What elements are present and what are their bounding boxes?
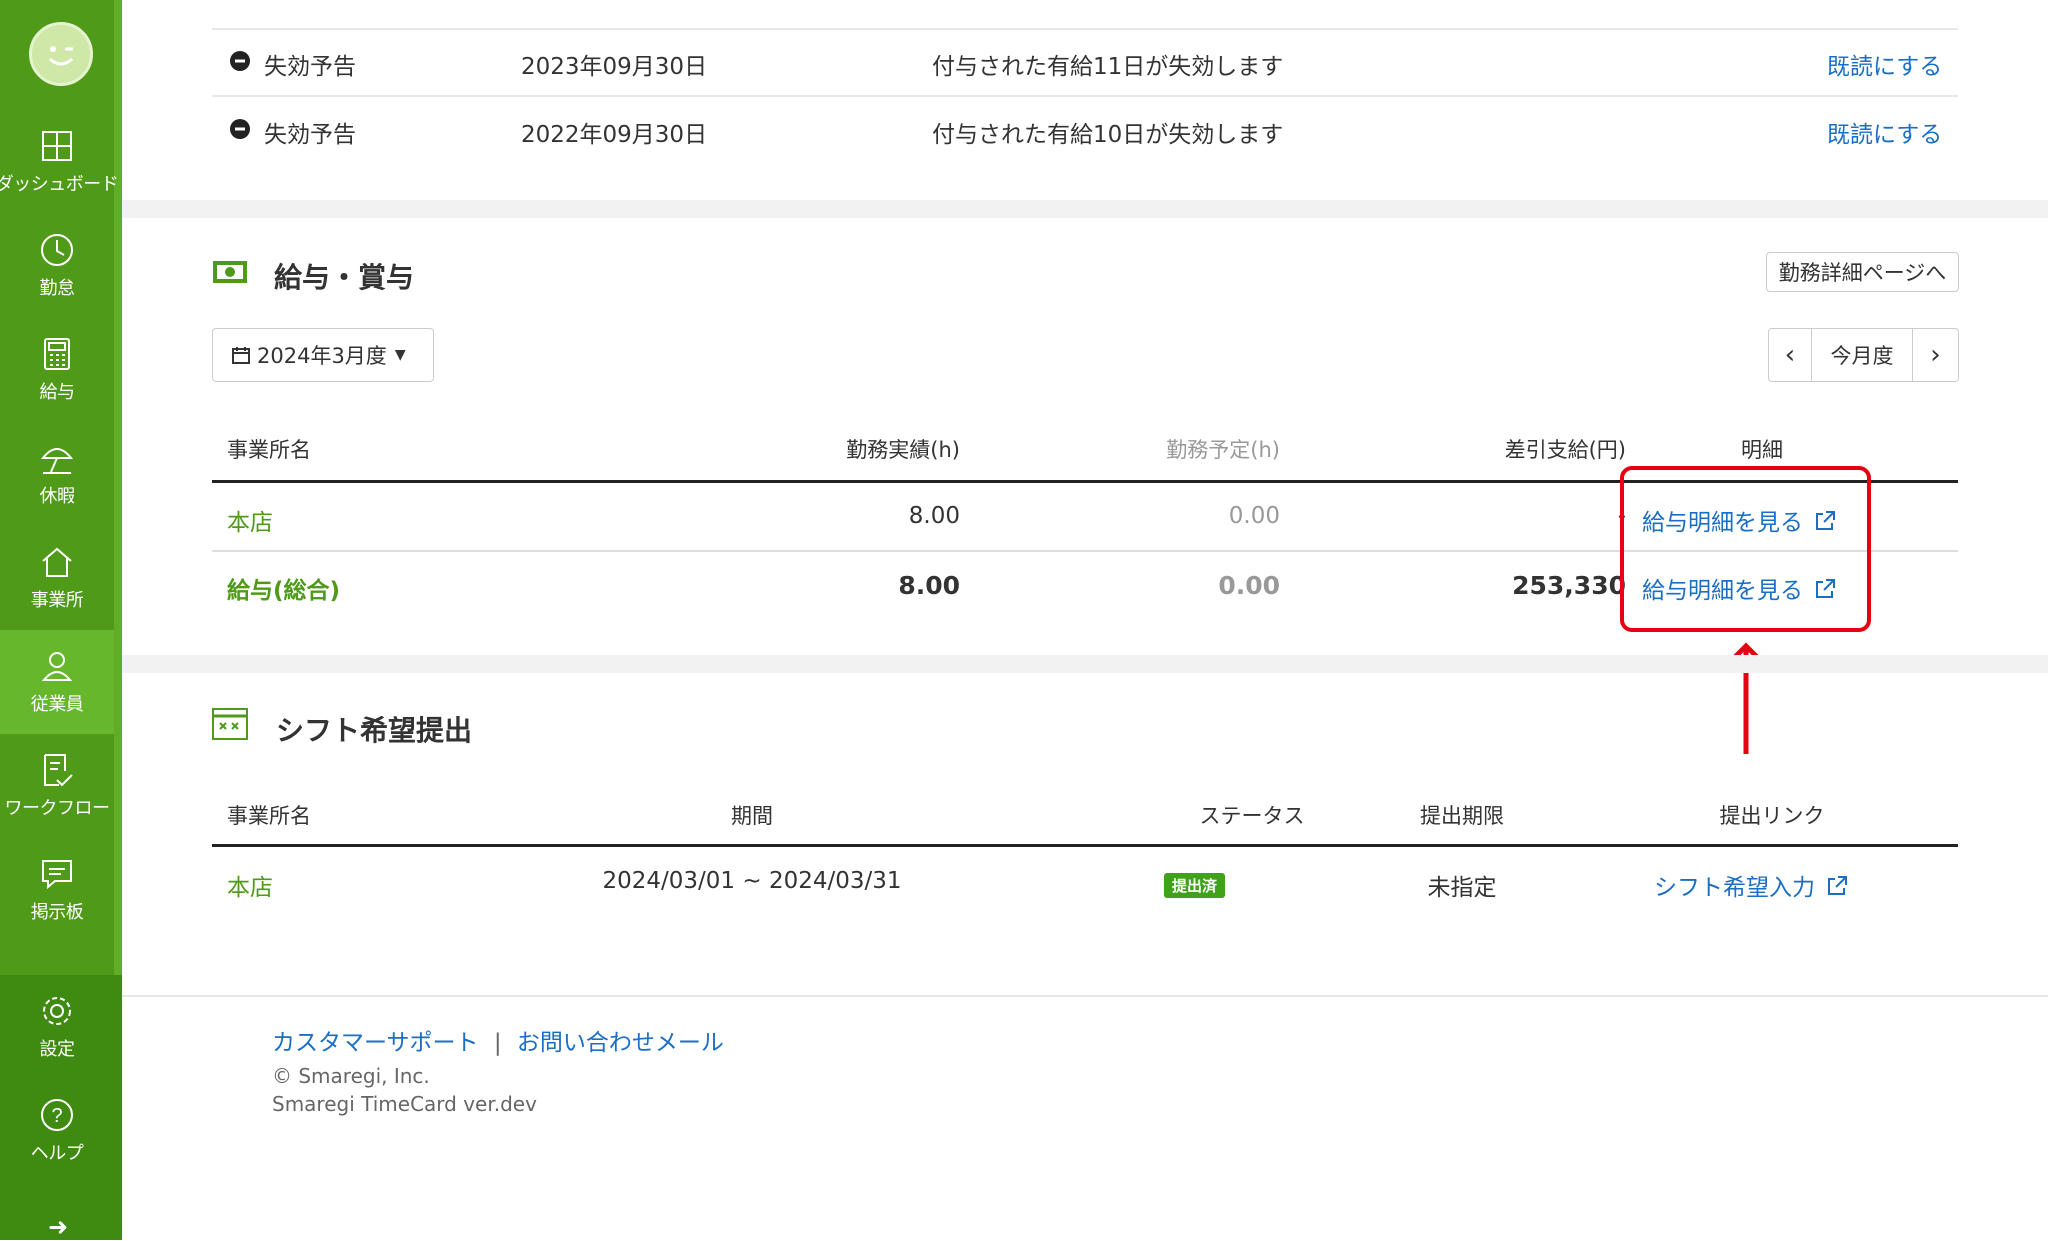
- section-separator: [122, 200, 2048, 218]
- gear-icon: [43, 997, 71, 1025]
- version: Smaregi TimeCard ver.dev: [272, 1092, 537, 1116]
- sidebar-item-label: 休暇: [39, 486, 76, 507]
- smile-icon: [48, 46, 74, 66]
- sidebar-item-office[interactable]: 事業所: [0, 526, 114, 630]
- sidebar-item-attendance[interactable]: 勤怠: [0, 214, 114, 318]
- sidebar-item-label: 事業所: [30, 590, 84, 611]
- minus-circle-icon: [230, 51, 250, 71]
- office-total: 給与(総合): [227, 578, 341, 604]
- external-link-icon: [1828, 876, 1848, 895]
- planned-hours: 0.00: [1228, 503, 1280, 529]
- sidebar-item-label: 掲示板: [30, 902, 84, 923]
- highlight-box: [1620, 466, 1871, 632]
- main-content: 失効予告 2023年09月30日 付与された有給11日が失効します 既読にする …: [122, 0, 2048, 1240]
- current-month-button[interactable]: 今月度: [1811, 328, 1913, 382]
- sidebar-item-salary[interactable]: 給与: [0, 318, 114, 422]
- avatar[interactable]: [29, 22, 93, 86]
- col-actual-hours: 勤務実績(h): [846, 438, 960, 462]
- next-month-button[interactable]: ›: [1912, 328, 1959, 382]
- shift-request-label: シフト希望入力: [1654, 875, 1815, 901]
- footer-separator: |: [493, 1030, 502, 1056]
- actual-hours: 8.00: [908, 503, 960, 529]
- month-select[interactable]: 2024年3月度 ▼: [212, 328, 434, 382]
- shift-period: 2024/03/01 ~ 2024/03/31: [602, 868, 902, 894]
- prev-month-button[interactable]: ‹: [1768, 328, 1812, 382]
- sidebar-item-board[interactable]: 掲示板: [0, 838, 114, 942]
- status-badge: 提出済: [1164, 873, 1226, 898]
- sidebar-item-label: 給与: [39, 382, 76, 403]
- sidebar-item-employees[interactable]: 従業員: [0, 630, 114, 734]
- home-icon: [42, 547, 72, 577]
- sidebar-item-label: 勤怠: [39, 278, 76, 299]
- sidebar-item-settings[interactable]: 設定: [0, 975, 114, 1079]
- col-office: 事業所名: [227, 438, 311, 462]
- footer-divider: [122, 995, 2048, 997]
- calendar-x-icon: [212, 708, 248, 740]
- copyright: © Smaregi, Inc.: [272, 1064, 430, 1088]
- sidebar-item-label: ワークフロー: [4, 798, 111, 819]
- sidebar-item-dashboard[interactable]: ダッシュボード: [0, 110, 119, 214]
- section-separator: [122, 655, 2048, 673]
- divider: [212, 28, 1958, 30]
- net-pay: -: [1617, 503, 1626, 529]
- table-header-divider: [212, 844, 1958, 847]
- sidebar-item-label: ダッシュボード: [0, 174, 119, 195]
- sidebar-item-workflow[interactable]: ワークフロー: [0, 734, 114, 838]
- col-status: ステータス: [1199, 804, 1305, 828]
- col-period: 期間: [731, 804, 773, 828]
- sidebar-bottom: 設定 ? ヘルプ ➜: [0, 975, 122, 1241]
- month-select-value: 2024年3月度: [257, 344, 387, 368]
- notice-type: 失効予告: [264, 122, 356, 148]
- office-link[interactable]: 本店: [227, 503, 273, 537]
- sidebar-item-label: 設定: [39, 1039, 76, 1060]
- dashboard-icon: [42, 131, 72, 161]
- section-title-salary: 給与・賞与: [274, 261, 415, 294]
- svg-text:?: ?: [51, 1105, 62, 1127]
- sidebar-item-label: 従業員: [30, 694, 84, 715]
- shift-request-link[interactable]: シフト希望入力: [1654, 868, 1848, 902]
- col-deadline: 提出期限: [1420, 804, 1504, 828]
- caret-down-icon: ▼: [394, 347, 406, 363]
- notice-message: 付与された有給11日が失効します: [932, 54, 1284, 80]
- mark-read-link[interactable]: 既読にする: [1827, 47, 1942, 81]
- clock-icon: [41, 234, 73, 266]
- umbrella-icon: [40, 448, 74, 474]
- col-planned-hours: 勤務予定(h): [1166, 438, 1280, 462]
- section-title-shift: シフト希望提出: [276, 714, 473, 747]
- shift-deadline: 未指定: [1427, 875, 1497, 901]
- col-submit-link: 提出リンク: [1719, 804, 1825, 828]
- collapse-arrow-icon[interactable]: ➜: [48, 1213, 68, 1241]
- person-icon: [41, 652, 73, 681]
- notice-date: 2022年09月30日: [521, 122, 708, 148]
- calculator-icon: [44, 338, 70, 370]
- notice-type: 失効予告: [264, 54, 356, 80]
- contact-mail-link[interactable]: お問い合わせメール: [517, 1030, 724, 1056]
- col-net-pay: 差引支給(円): [1504, 438, 1626, 462]
- customer-support-link[interactable]: カスタマーサポート: [272, 1030, 479, 1056]
- notice-date: 2023年09月30日: [521, 54, 708, 80]
- notice-message: 付与された有給10日が失効します: [932, 122, 1284, 148]
- net-pay-total: 253,330: [1512, 571, 1626, 600]
- footer-links: カスタマーサポート | お問い合わせメール: [272, 1023, 724, 1057]
- work-detail-button[interactable]: 勤務詳細ページへ: [1766, 252, 1959, 292]
- sidebar-item-label: ヘルプ: [30, 1143, 84, 1164]
- help-icon: ?: [41, 1099, 73, 1131]
- office-link[interactable]: 本店: [227, 868, 273, 902]
- sidebar: ダッシュボード 勤怠 給与 休暇 事業所 従業員 ワークフロー 掲示板 設定 ?…: [0, 0, 122, 1241]
- minus-circle-icon: [230, 119, 250, 139]
- actual-hours-total: 8.00: [898, 571, 960, 600]
- board-icon: [42, 860, 72, 890]
- sidebar-item-vacation[interactable]: 休暇: [0, 422, 114, 526]
- calendar-icon: [232, 347, 250, 364]
- col-office: 事業所名: [227, 804, 311, 828]
- divider: [212, 95, 1958, 97]
- money-icon: [213, 261, 247, 283]
- mark-read-link[interactable]: 既読にする: [1827, 115, 1942, 149]
- sidebar-item-help[interactable]: ? ヘルプ: [0, 1079, 114, 1183]
- col-statement: 明細: [1741, 438, 1783, 462]
- workflow-icon: [44, 754, 73, 787]
- planned-hours-total: 0.00: [1218, 571, 1280, 600]
